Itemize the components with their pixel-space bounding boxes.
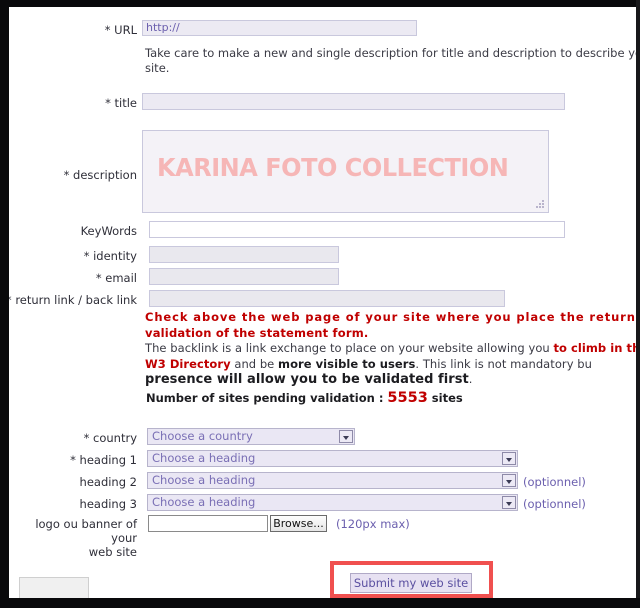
logo-file-input[interactable] bbox=[148, 515, 268, 532]
web-page-canvas: * URL http:// Take care to make a new an… bbox=[9, 7, 636, 598]
heading-3-select-value: Choose a heading bbox=[152, 495, 256, 509]
pending-prefix: Number of sites pending validation : bbox=[146, 391, 388, 405]
logo-size-note: (120px max) bbox=[336, 517, 410, 531]
chevron-down-icon[interactable] bbox=[502, 474, 516, 487]
notice-p-big: presence will allow you to be validated … bbox=[145, 372, 469, 387]
heading-2-select-value: Choose a heading bbox=[152, 473, 256, 487]
label-country: * country bbox=[83, 431, 137, 445]
notice-bold-line-1: Check above the web page of your site wh… bbox=[145, 310, 636, 324]
notice-p-part2: and be bbox=[230, 356, 279, 371]
label-logo-line-1: logo ou banner of your bbox=[35, 517, 137, 545]
screenshot-frame: * URL http:// Take care to make a new an… bbox=[0, 0, 640, 608]
notice-p-bold1: more visible to users bbox=[278, 356, 416, 371]
pending-count: 5553 bbox=[387, 390, 428, 406]
label-identity: * identity bbox=[83, 249, 137, 263]
label-email: * email bbox=[95, 271, 137, 285]
heading-3-optional-note: (optionnel) bbox=[523, 497, 586, 511]
label-heading-1: * heading 1 bbox=[70, 453, 137, 467]
heading-2-optional-note: (optionnel) bbox=[523, 475, 586, 489]
notice-bold-line-2: validation of the statement form. bbox=[145, 325, 369, 340]
browse-button[interactable]: Browse... bbox=[270, 515, 327, 532]
country-select[interactable]: Choose a country bbox=[147, 428, 355, 445]
frame-border-top bbox=[0, 0, 640, 7]
label-title: * title bbox=[105, 96, 137, 110]
email-input[interactable] bbox=[149, 268, 339, 285]
label-logo-line-2: web site bbox=[88, 545, 137, 559]
chevron-down-icon[interactable] bbox=[339, 430, 353, 443]
watermark-text: KARINA FOTO COLLECTION bbox=[157, 153, 509, 182]
label-logo: logo ou banner of your web site bbox=[9, 517, 137, 559]
heading-2-select[interactable]: Choose a heading bbox=[147, 472, 518, 489]
chevron-down-icon[interactable] bbox=[502, 452, 516, 465]
pending-suffix: sites bbox=[427, 391, 463, 405]
frame-border-left bbox=[0, 0, 9, 608]
chevron-down-icon[interactable] bbox=[502, 496, 516, 509]
notice-p-part3: . This link is not mandatory bu bbox=[415, 356, 592, 371]
keywords-input[interactable] bbox=[149, 221, 565, 238]
frame-border-right bbox=[636, 0, 640, 608]
notice-p-end: . bbox=[468, 372, 473, 386]
notice-p-part1: The backlink is a link exchange to place… bbox=[145, 341, 554, 355]
label-return-link: * return link / back link bbox=[9, 293, 137, 307]
heading-1-select[interactable]: Choose a heading bbox=[147, 450, 518, 467]
notice-p-red2: W3 Directory bbox=[145, 356, 231, 371]
heading-3-select[interactable]: Choose a heading bbox=[147, 494, 518, 511]
notice-p-red1: to climb in the ov bbox=[553, 341, 636, 355]
instruction-line-1: Take care to make a new and single descr… bbox=[145, 46, 636, 60]
url-instruction-text: Take care to make a new and single descr… bbox=[145, 46, 636, 76]
partial-page-element bbox=[19, 577, 89, 598]
label-keywords: KeyWords bbox=[80, 224, 137, 238]
submit-button[interactable]: Submit my web site bbox=[350, 573, 472, 593]
label-url: * URL bbox=[104, 23, 137, 37]
label-description: * description bbox=[63, 168, 137, 182]
return-link-input[interactable] bbox=[149, 290, 505, 307]
country-select-value: Choose a country bbox=[152, 429, 253, 443]
label-heading-3: heading 3 bbox=[79, 497, 137, 511]
notice-paragraph-line-1: The backlink is a link exchange to place… bbox=[145, 341, 636, 357]
notice-paragraph-line-3: presence will allow you to be validated … bbox=[145, 372, 636, 388]
backlink-notice: Check above the web page of your site wh… bbox=[145, 310, 636, 388]
frame-border-bottom bbox=[0, 598, 640, 608]
textarea-resize-grip[interactable] bbox=[536, 200, 546, 210]
url-input[interactable]: http:// bbox=[142, 20, 417, 36]
instruction-line-2: site. bbox=[145, 61, 170, 75]
description-textarea[interactable]: KARINA FOTO COLLECTION bbox=[142, 130, 549, 213]
label-heading-2: heading 2 bbox=[79, 475, 137, 489]
notice-paragraph-line-2: W3 Directory and be more visible to user… bbox=[145, 357, 636, 373]
title-input[interactable] bbox=[142, 93, 565, 110]
identity-input[interactable] bbox=[149, 246, 339, 263]
pending-sites-counter: Number of sites pending validation : 555… bbox=[146, 390, 463, 406]
heading-1-select-value: Choose a heading bbox=[152, 451, 256, 465]
